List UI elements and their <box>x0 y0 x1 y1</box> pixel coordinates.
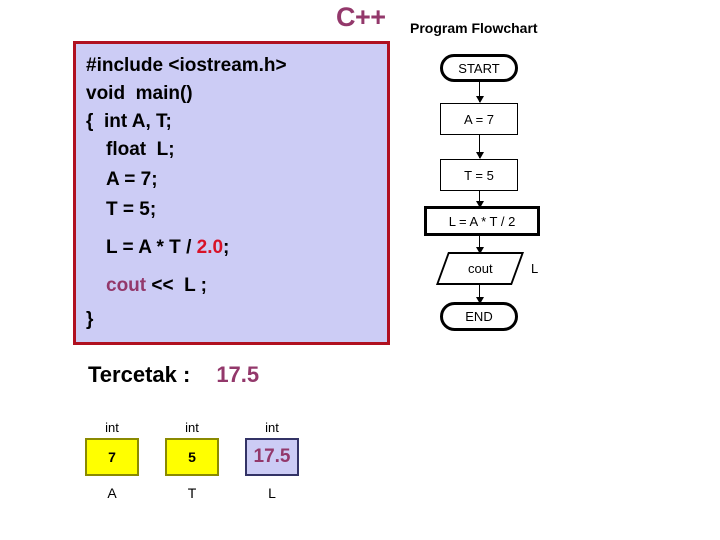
flowchart-arrow-l-to-cout <box>476 236 484 254</box>
variable-type-t: int <box>185 420 199 435</box>
variable-value-box-t: 5 <box>165 438 219 476</box>
code-line-decl-int: { int A, T; <box>86 111 172 132</box>
flowchart-arrow-a-to-t <box>476 135 484 159</box>
code-compute-literal: 2.0 <box>196 237 224 258</box>
flowchart-node-output-cout: cout <box>435 252 525 285</box>
variable-type-a: int <box>105 420 119 435</box>
flowchart-title: Program Flowchart <box>410 20 538 36</box>
cpp-logo: C++ <box>336 2 386 32</box>
code-cout-rest: << L ; <box>146 275 208 296</box>
flowchart-node-assign-a: A = 7 <box>440 103 518 135</box>
variable-name-t: T <box>187 485 197 501</box>
code-line-include: #include <iostream.h> <box>86 55 287 76</box>
code-line-assign-t: T = 5; <box>106 199 157 220</box>
variable-cell-l: int 17.5 L <box>245 420 299 501</box>
variable-value-box-l: 17.5 <box>245 438 299 476</box>
flowchart-node-compute-l: L = A * T / 2 <box>424 206 540 236</box>
flowchart-arrow-t-to-l <box>476 191 484 208</box>
code-line-output: cout << L ; <box>106 276 207 295</box>
code-cout-keyword: cout <box>106 275 147 296</box>
variable-value-box-a: 7 <box>85 438 139 476</box>
code-line-assign-a: A = 7; <box>106 169 158 190</box>
code-compute-prefix: L = A * T / <box>106 237 197 258</box>
variable-cell-a: int 7 A <box>85 420 139 501</box>
flowchart-arrow-cout-to-end <box>476 285 484 304</box>
flowchart-arrow-start-to-a <box>476 82 484 103</box>
flowchart-node-start: START <box>440 54 518 82</box>
flowchart-diagram: START A = 7 T = 5 L = A * T / 2 cout L E… <box>400 40 720 360</box>
code-line-main: void main() <box>86 83 193 104</box>
variable-cell-t: int 5 T <box>165 420 219 501</box>
code-panel: #include <iostream.h> void main() { int … <box>73 41 390 345</box>
variable-boxes: int 7 A int 5 T int 17.5 L <box>85 420 299 501</box>
code-line-close-brace: } <box>86 309 94 330</box>
code-line-decl-float: float L; <box>106 139 175 160</box>
flowchart-node-output-label: cout <box>467 261 493 276</box>
flowchart-output-variable-label: L <box>531 261 539 276</box>
variable-name-a: A <box>107 485 117 501</box>
output-label: Tercetak : <box>88 362 191 387</box>
code-line-compute-l: L = A * T / 2.0; <box>106 238 229 257</box>
flowchart-node-end: END <box>440 302 518 331</box>
code-compute-suffix: ; <box>223 237 230 258</box>
output-value: 17.5 <box>216 362 260 387</box>
flowchart-node-assign-t: T = 5 <box>440 159 518 191</box>
variable-name-l: L <box>268 485 276 501</box>
variable-type-l: int <box>265 420 279 435</box>
output-row: Tercetak : 17.5 <box>88 362 259 388</box>
